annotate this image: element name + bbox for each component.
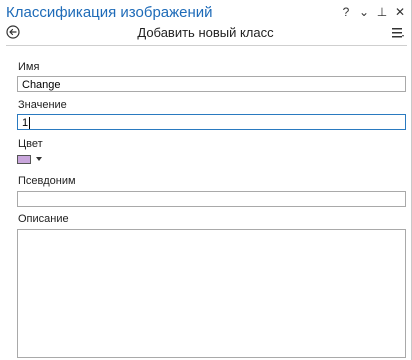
help-button[interactable]: ? (341, 5, 351, 19)
name-label: Имя (18, 61, 40, 73)
window-controls: ? ⌄ ⊥ ✕ (341, 5, 405, 19)
add-class-pane: Классификация изображений ? ⌄ ⊥ ✕ Добави… (0, 0, 412, 360)
value-input[interactable]: 1 (17, 114, 406, 130)
name-input[interactable]: Change (17, 76, 406, 92)
value-text: 1 (22, 117, 29, 129)
page-title: Добавить новый класс (137, 25, 274, 40)
description-label: Описание (18, 213, 69, 225)
chevron-down-icon (36, 157, 42, 161)
hamburger-menu-icon[interactable] (391, 26, 405, 40)
header-divider (6, 45, 407, 46)
alias-input[interactable] (17, 191, 406, 207)
description-textarea[interactable] (17, 229, 406, 358)
color-label: Цвет (18, 138, 43, 150)
close-icon[interactable]: ✕ (395, 5, 405, 19)
pane-options-dropdown[interactable]: ⌄ (359, 5, 369, 19)
value-label: Значение (18, 99, 67, 111)
alias-label: Псевдоним (18, 175, 76, 187)
pane-title: Классификация изображений (6, 4, 213, 21)
name-value: Change (22, 79, 61, 91)
color-swatch (17, 154, 31, 164)
color-picker-dropdown[interactable] (17, 152, 47, 166)
pin-icon[interactable]: ⊥ (377, 5, 387, 19)
text-caret (29, 117, 31, 130)
